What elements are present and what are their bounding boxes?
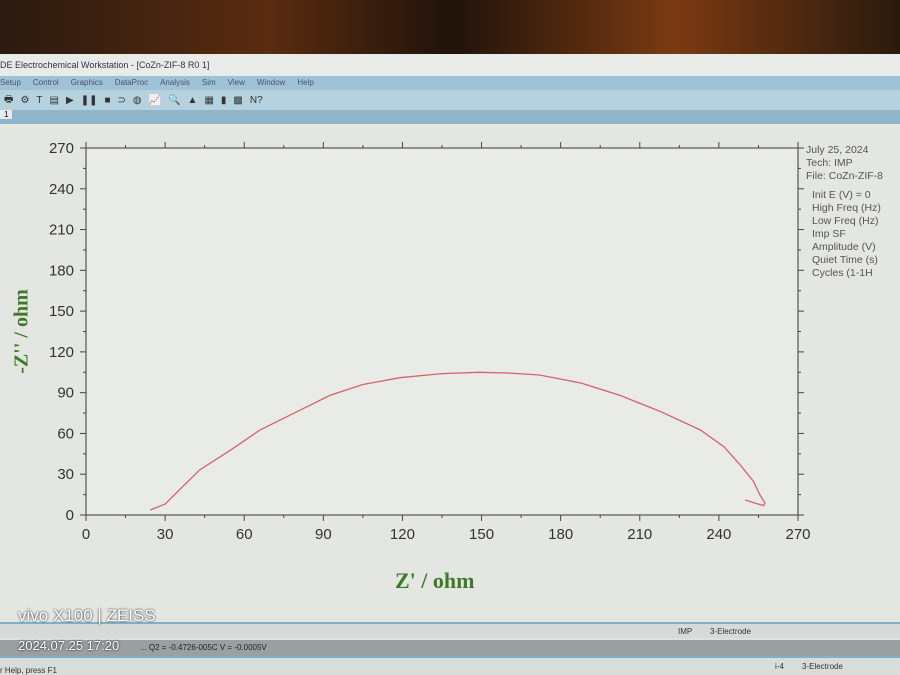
- document-tabs: 1: [0, 110, 900, 124]
- info-param: Cycles (1-1H: [812, 267, 873, 279]
- x-axis-label: Z' / ohm: [395, 568, 475, 593]
- menu-dataproc[interactable]: DataProc: [115, 78, 148, 90]
- info-tech: Tech: IMP: [806, 157, 853, 169]
- run-icon[interactable]: ▶: [66, 95, 74, 106]
- peak-icon[interactable]: ▲: [188, 95, 198, 106]
- menu-setup[interactable]: Setup: [0, 78, 21, 90]
- status-id: i-4: [775, 662, 784, 671]
- info-param: Amplitude (V): [812, 241, 876, 253]
- info-date: July 25, 2024: [806, 144, 869, 156]
- reverse-icon[interactable]: ⊃: [118, 95, 126, 106]
- globe-icon[interactable]: ◍: [133, 95, 142, 106]
- status-tech: IMP: [678, 627, 693, 636]
- calculator-icon[interactable]: ▩: [233, 95, 242, 106]
- photo-background: [0, 0, 900, 56]
- toolbar: 🖶 ⚙ T ▤ ▶ ❚❚ ■ ⊃ ◍ 📈 🔍 ▲ ▦ ▮ ▩ N?: [0, 90, 900, 110]
- camera-watermark: vivo X100 | ZEISS: [18, 606, 156, 625]
- info-param: High Freq (Hz): [812, 202, 881, 214]
- menu-sim[interactable]: Sim: [202, 78, 216, 90]
- info-param: Quiet Time (s): [812, 254, 878, 266]
- menu-help[interactable]: Help: [297, 78, 313, 90]
- menu-control[interactable]: Control: [33, 78, 59, 90]
- info-file: File: CoZn-ZIF-8: [806, 170, 884, 182]
- status-bar-bottom: r Help, press F1 i-4 3-Electrode: [0, 656, 900, 675]
- info-param: Init E (V) = 0: [812, 189, 871, 201]
- display-icon[interactable]: ▦: [204, 95, 213, 106]
- menu-view[interactable]: View: [228, 78, 245, 90]
- title-bar: DE Electrochemical Workstation - [CoZn-Z…: [0, 54, 900, 76]
- parameters-icon[interactable]: ▤: [50, 95, 59, 106]
- status-help: r Help, press F1: [0, 666, 57, 675]
- y-axis-label: -Z'' / ohm: [10, 289, 33, 374]
- text-icon[interactable]: T: [36, 95, 42, 106]
- plot-area: [0, 124, 900, 622]
- tab-1[interactable]: 1: [0, 110, 13, 119]
- technique-icon[interactable]: ⚙: [20, 95, 29, 106]
- info-param: Imp SF: [812, 228, 846, 240]
- help-icon[interactable]: N?: [250, 95, 263, 106]
- print-icon[interactable]: 🖶: [4, 92, 13, 109]
- status-electrode-2: 3-Electrode: [802, 662, 843, 671]
- info-param: Low Freq (Hz): [812, 215, 879, 227]
- menu-bar: Setup Control Graphics DataProc Analysis…: [0, 76, 900, 90]
- zoom-icon[interactable]: 🔍: [168, 95, 180, 106]
- experiment-info-panel: July 25, 2024 Tech: IMP File: CoZn-ZIF-8…: [806, 144, 883, 280]
- status-electrode: 3-Electrode: [710, 627, 751, 636]
- menu-window[interactable]: Window: [257, 78, 285, 90]
- color-icon[interactable]: ▮: [221, 95, 227, 106]
- status-bar-readout: ... Q2 = -0.4726-005C V = -0.0005V: [0, 640, 900, 656]
- stop-icon[interactable]: ■: [104, 95, 110, 106]
- pause-icon[interactable]: ❚❚: [81, 95, 98, 106]
- timestamp-watermark: 2024.07.25 17:20: [18, 638, 120, 653]
- menu-analysis[interactable]: Analysis: [160, 78, 190, 90]
- status-readout: ... Q2 = -0.4726-005C V = -0.0005V: [140, 643, 267, 652]
- menu-graphics[interactable]: Graphics: [71, 78, 103, 90]
- graph-icon[interactable]: 📈: [149, 95, 161, 106]
